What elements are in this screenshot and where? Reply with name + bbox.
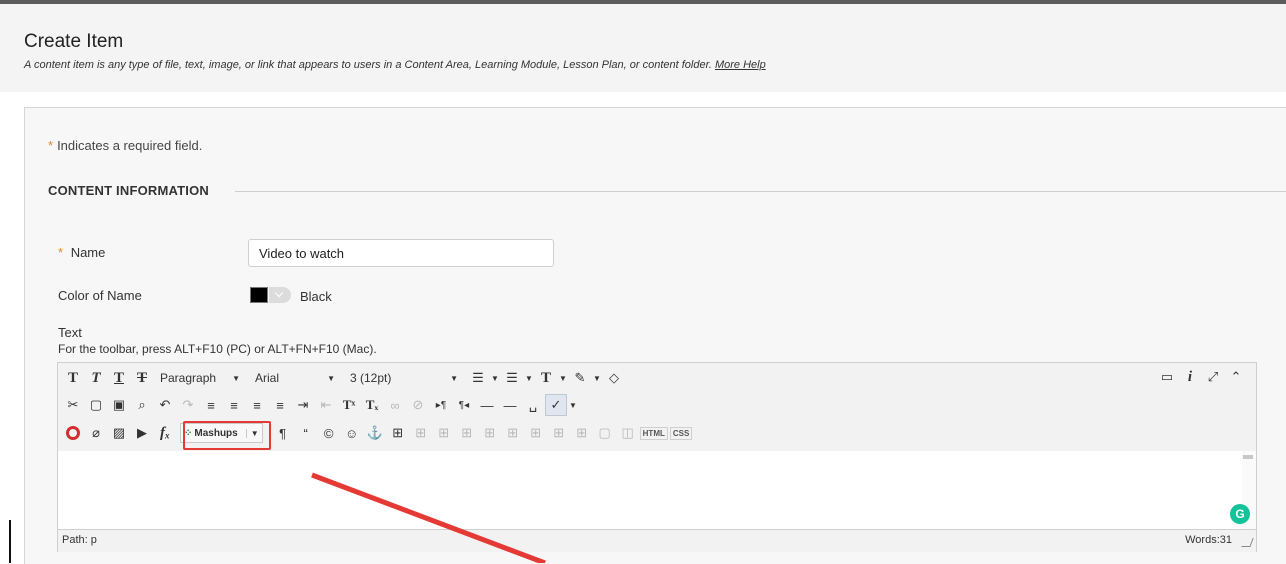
- left-edge-line: [9, 520, 11, 563]
- left-edge: [0, 520, 14, 563]
- annotation-arrow-line: [311, 472, 546, 563]
- annotation-arrow: [311, 472, 546, 563]
